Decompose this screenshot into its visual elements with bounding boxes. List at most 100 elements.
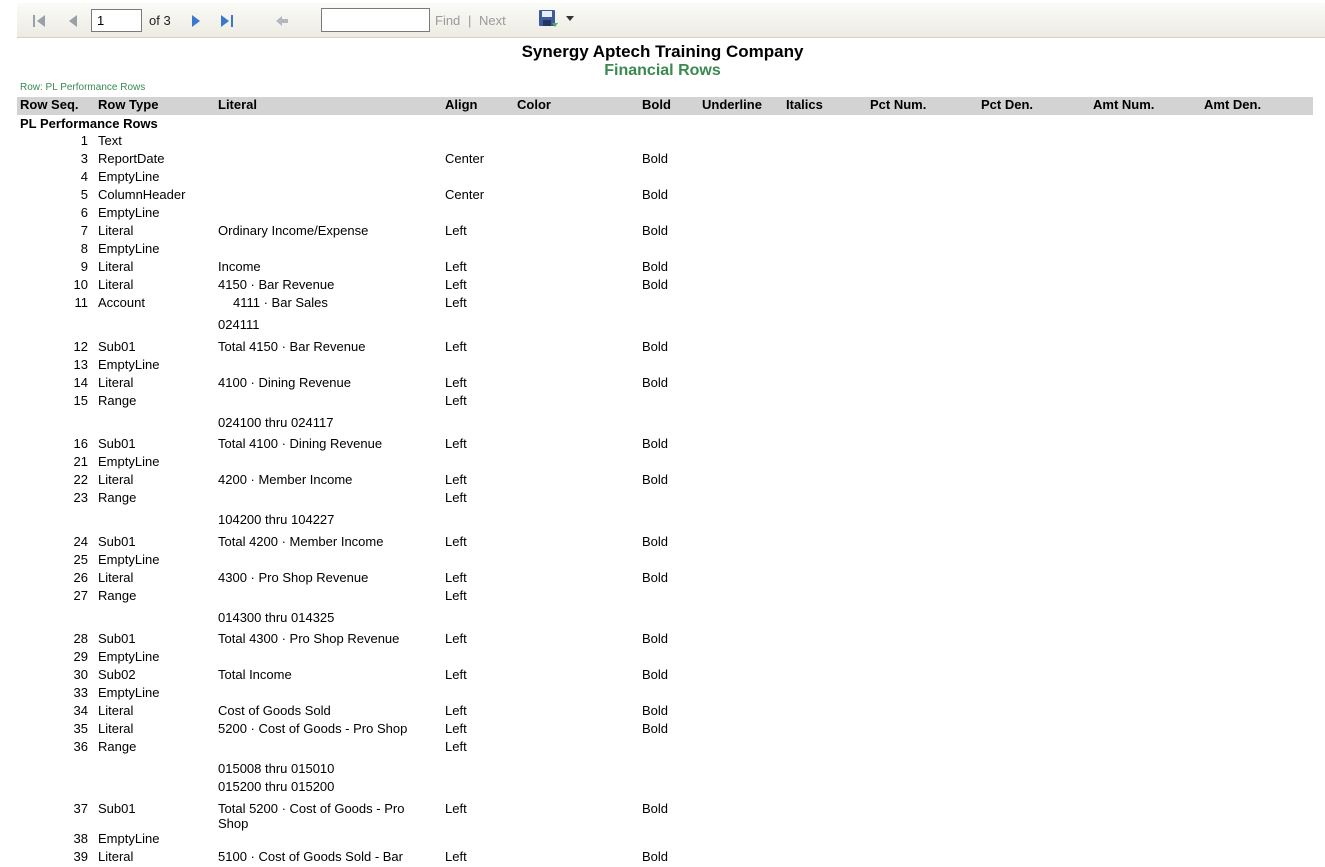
bold-cell: Bold — [642, 631, 669, 646]
literal-cell: 014300 thru 014325 — [218, 610, 335, 625]
row-type-cell: Literal — [98, 375, 134, 390]
bold-cell: Bold — [642, 570, 669, 585]
row-seq-cell: 33 — [73, 685, 88, 700]
page-count-label: of 3 — [149, 13, 171, 28]
export-dropdown-chevron-icon[interactable] — [566, 16, 574, 22]
row-type-cell: Literal — [98, 849, 134, 864]
align-cell: Left — [445, 570, 467, 585]
row-type-cell: Sub01 — [98, 534, 136, 549]
row-seq-cell: 11 — [74, 295, 89, 310]
row-type-cell: Sub02 — [98, 667, 136, 682]
find-next-link[interactable]: Next — [479, 13, 506, 28]
row-seq-cell: 29 — [73, 649, 88, 664]
row-seq-cell: 36 — [73, 739, 88, 754]
literal-cell: 5200 · Cost of Goods - Pro Shop — [218, 721, 408, 736]
column-header: Amt Num. — [1093, 97, 1155, 112]
last-page-icon[interactable] — [219, 13, 235, 29]
row-type-cell: Range — [98, 490, 137, 505]
row-type-cell: Literal — [98, 277, 134, 292]
literal-cell: 4150 · Bar Revenue — [218, 277, 335, 292]
next-page-icon[interactable] — [188, 13, 204, 29]
row-seq-cell: 8 — [80, 241, 88, 256]
row-seq-cell: 21 — [73, 454, 88, 469]
report-subtitle: Financial Rows — [604, 62, 721, 79]
row-seq-cell: 16 — [73, 436, 88, 451]
literal-cell: 4111 · Bar Sales — [233, 295, 328, 310]
column-header: Bold — [642, 97, 671, 112]
row-seq-cell: 35 — [73, 721, 88, 736]
align-cell: Left — [445, 739, 467, 754]
page-number-input[interactable] — [91, 9, 142, 32]
align-cell: Left — [445, 259, 467, 274]
row-seq-cell: 38 — [73, 831, 88, 846]
back-icon[interactable] — [274, 13, 290, 29]
bold-cell: Bold — [642, 534, 669, 549]
literal-cell: 015008 thru 015010 — [218, 761, 335, 776]
row-type-cell: Literal — [98, 570, 134, 585]
row-group-title: PL Performance Rows — [20, 116, 158, 131]
row-seq-cell: 14 — [73, 375, 88, 390]
align-cell: Left — [445, 295, 467, 310]
literal-cell: Total Income — [218, 667, 292, 682]
literal-cell: 4200 · Member Income — [218, 472, 353, 487]
align-cell: Left — [445, 436, 467, 451]
literal-cell: Total 4100 · Dining Revenue — [218, 436, 383, 451]
align-cell: Left — [445, 631, 467, 646]
literal-cell: Income — [218, 259, 261, 274]
bold-cell: Bold — [642, 721, 669, 736]
row-type-cell: Range — [98, 393, 137, 408]
row-seq-cell: 1 — [80, 133, 88, 148]
row-seq-cell: 28 — [73, 631, 88, 646]
find-link[interactable]: Find — [435, 13, 460, 28]
align-cell: Left — [445, 801, 467, 816]
row-seq-cell: 13 — [73, 357, 88, 372]
report-title: Synergy Aptech Training Company — [521, 42, 804, 61]
column-header-row: Row Seq. Row Type Literal Align Color Bo… — [17, 97, 1313, 115]
literal-cell: 104200 thru 104227 — [218, 512, 335, 527]
bold-cell: Bold — [642, 849, 669, 864]
row-type-cell: EmptyLine — [98, 649, 160, 664]
align-cell: Left — [445, 472, 467, 487]
literal-cell: 024111 — [218, 317, 260, 332]
row-type-cell: Literal — [98, 472, 134, 487]
row-type-cell: ReportDate — [98, 151, 165, 166]
row-seq-cell: 24 — [73, 534, 88, 549]
align-cell: Left — [445, 490, 467, 505]
row-type-cell: EmptyLine — [98, 205, 160, 220]
row-type-cell: EmptyLine — [98, 357, 160, 372]
align-cell: Left — [445, 223, 467, 238]
literal-cell: Total 5200 · Cost of Goods - Pro Shop — [218, 801, 405, 831]
align-cell: Left — [445, 667, 467, 682]
row-breadcrumb: Row: PL Performance Rows — [20, 82, 146, 93]
column-header: Literal — [218, 97, 258, 112]
row-seq-cell: 15 — [73, 393, 88, 408]
row-seq-cell: 34 — [73, 703, 88, 718]
row-type-cell: EmptyLine — [98, 169, 160, 184]
row-seq-cell: 27 — [73, 588, 88, 603]
row-type-cell: Literal — [98, 721, 134, 736]
row-type-cell: EmptyLine — [98, 241, 160, 256]
column-header: Underline — [702, 97, 762, 112]
first-page-icon[interactable] — [31, 13, 47, 29]
align-cell: Left — [445, 393, 467, 408]
column-header: Pct Den. — [981, 97, 1034, 112]
literal-cell: Ordinary Income/Expense — [218, 223, 369, 238]
row-seq-cell: 6 — [80, 205, 88, 220]
literal-cell: 4300 · Pro Shop Revenue — [218, 570, 369, 585]
literal-cell: 5100 · Cost of Goods Sold - Bar — [218, 849, 403, 864]
row-type-cell: EmptyLine — [98, 831, 160, 846]
row-seq-cell: 26 — [73, 570, 88, 585]
align-cell: Left — [445, 339, 467, 354]
row-seq-cell: 12 — [73, 339, 88, 354]
align-cell: Left — [445, 534, 467, 549]
find-input[interactable] — [321, 8, 430, 32]
export-save-icon[interactable] — [538, 9, 560, 29]
row-type-cell: EmptyLine — [98, 685, 160, 700]
align-cell: Center — [445, 151, 485, 166]
column-header: Row Seq. — [20, 97, 79, 112]
previous-page-icon[interactable] — [65, 13, 81, 29]
align-cell: Left — [445, 375, 467, 390]
row-seq-cell: 30 — [73, 667, 88, 682]
row-seq-cell: 7 — [80, 223, 88, 238]
column-header: Italics — [786, 97, 823, 112]
